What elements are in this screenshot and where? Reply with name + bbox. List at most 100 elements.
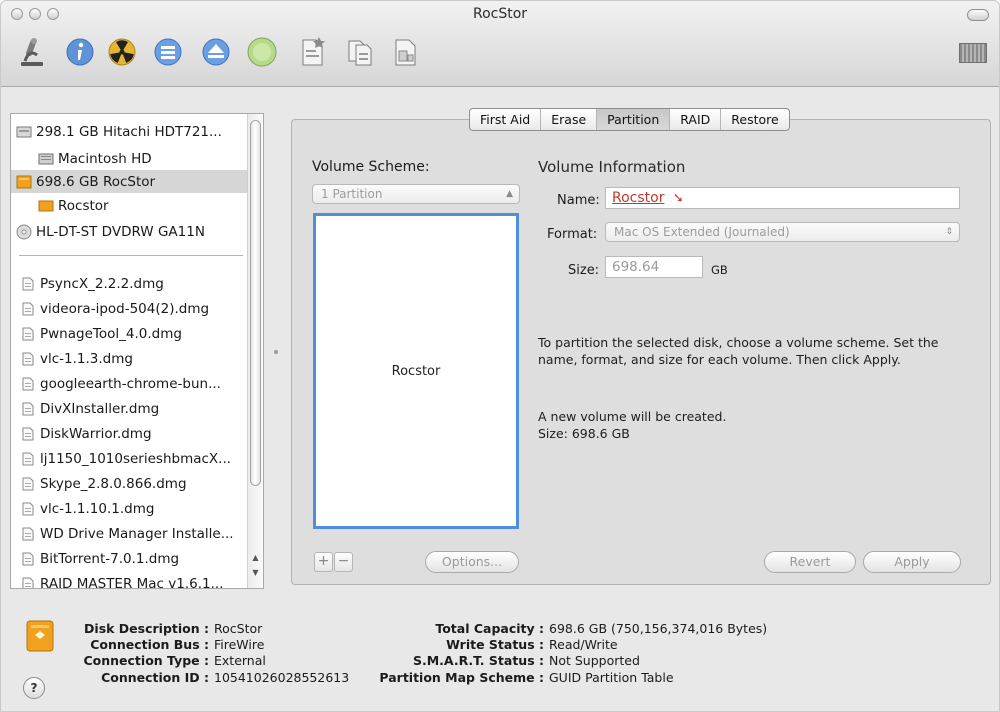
- disk-drive-icon: [25, 619, 55, 653]
- sidebar-item-rocstor-disk[interactable]: 698.6 GB RocStor: [11, 170, 247, 193]
- sidebar-item-dvd-drive[interactable]: HL-DT-ST DVDRW GA11N: [11, 220, 247, 243]
- optical-drive-icon: [15, 224, 32, 240]
- sidebar-item-dmg[interactable]: PwnageTool_4.0.dmg: [11, 322, 247, 345]
- sidebar-item-dmg[interactable]: DiskWarrior.dmg: [11, 422, 247, 445]
- sidebar-item-label: DivXInstaller.dmg: [40, 400, 160, 417]
- verify-disc-button[interactable]: [245, 35, 279, 69]
- size-field[interactable]: 698.64: [605, 256, 703, 278]
- format-value: Mac OS Extended (Journaled): [614, 225, 790, 239]
- dmg-icon: [19, 501, 36, 517]
- name-field-value: Rocstor: [612, 190, 665, 206]
- partition-map-volume-label: Rocstor: [391, 363, 441, 379]
- mount-button[interactable]: [151, 35, 185, 69]
- mount-icon: [154, 38, 182, 66]
- log-icon[interactable]: [959, 43, 987, 63]
- sidebar-item-dmg[interactable]: Skype_2.8.0.866.dmg: [11, 472, 247, 495]
- cursor-arrow-icon: ➘: [672, 191, 684, 206]
- disk-utility-window: RocStor 298.1 GB Hitachi HDT721... Macin…: [0, 0, 1000, 712]
- green-disc-icon: [247, 37, 277, 67]
- partition-map[interactable]: Rocstor: [313, 213, 519, 529]
- sidebar-item-dmg[interactable]: BitTorrent-7.0.1.dmg: [11, 547, 247, 570]
- convert-button[interactable]: [343, 35, 377, 69]
- apply-button[interactable]: Apply: [863, 551, 961, 573]
- dmg-icon: [19, 576, 36, 588]
- sidebar-item-dmg[interactable]: DivXInstaller.dmg: [11, 397, 247, 420]
- add-partition-button[interactable]: +: [314, 552, 333, 572]
- dmg-icon: [19, 351, 36, 367]
- write-status-value: Read/Write: [549, 637, 618, 652]
- dmg-icon: [19, 526, 36, 542]
- help-button[interactable]: ?: [23, 677, 45, 699]
- external-volume-icon: [37, 198, 54, 214]
- name-field[interactable]: Rocstor ➘: [605, 187, 960, 209]
- sidebar-item-label: googleearth-chrome-bun...: [40, 375, 221, 392]
- sidebar-item-dmg[interactable]: RAID MASTER Mac v1.6.1...: [11, 572, 247, 588]
- remove-partition-button[interactable]: −: [334, 552, 353, 572]
- sidebar-item-hitachi-disk[interactable]: 298.1 GB Hitachi HDT721...: [11, 120, 247, 143]
- sidebar-item-label: DiskWarrior.dmg: [40, 425, 152, 442]
- scroll-up-arrow-icon[interactable]: ▲: [248, 551, 263, 564]
- info-icon: [66, 38, 94, 66]
- new-volume-size-note: Size: 698.6 GB: [538, 426, 630, 441]
- format-label: Format:: [547, 227, 598, 242]
- sidebar-item-dmg[interactable]: PsyncX_2.2.2.dmg: [11, 272, 247, 295]
- dmg-icon: [19, 376, 36, 392]
- window-title: RocStor: [472, 6, 528, 22]
- sidebar-scrollbar[interactable]: ▲ ▼: [247, 114, 263, 588]
- sidebar-item-dmg[interactable]: WD Drive Manager Installe...: [11, 522, 247, 545]
- new-image-button[interactable]: [295, 35, 329, 69]
- burn-button[interactable]: [15, 35, 49, 69]
- sidebar-item-label: lj1150_1010serieshbmacX...: [40, 450, 232, 467]
- eject-icon: [202, 38, 230, 66]
- revert-button[interactable]: Revert: [764, 551, 856, 573]
- scroll-down-arrow-icon[interactable]: ▼: [248, 566, 263, 579]
- connection-type-label: Connection Type :: [83, 653, 209, 668]
- size-unit-label: GB: [711, 263, 728, 277]
- sidebar-item-macintosh-hd[interactable]: Macintosh HD: [11, 147, 247, 170]
- write-status-label: Write Status :: [446, 637, 544, 652]
- total-capacity-label: Total Capacity :: [435, 621, 544, 636]
- sidebar-item-label: 298.1 GB Hitachi HDT721...: [36, 123, 222, 140]
- sidebar-item-label: Skype_2.8.0.866.dmg: [40, 475, 187, 492]
- sidebar-item-label: vlc-1.1.3.dmg: [40, 350, 133, 367]
- dmg-icon: [19, 551, 36, 567]
- options-button[interactable]: Options...: [425, 551, 519, 573]
- sidebar-item-dmg[interactable]: lj1150_1010serieshbmacX...: [11, 447, 247, 470]
- info-button[interactable]: [63, 35, 97, 69]
- tab-raid[interactable]: RAID: [670, 109, 722, 130]
- toolbar-toggle-button[interactable]: [967, 9, 989, 21]
- title-toolbar-bar: RocStor: [1, 1, 999, 87]
- sidebar-item-rocstor-volume[interactable]: Rocstor: [11, 194, 247, 217]
- sidebar-item-dmg[interactable]: vlc-1.1.3.dmg: [11, 347, 247, 370]
- dmg-icon: [19, 476, 36, 492]
- connection-bus-value: FireWire: [214, 637, 265, 652]
- new-image-icon: [302, 37, 325, 66]
- volume-scheme-select[interactable]: 1 Partition ▲: [312, 184, 520, 204]
- sidebar-item-dmg[interactable]: vlc-1.1.10.1.dmg: [11, 497, 247, 520]
- sidebar-item-dmg[interactable]: googleearth-chrome-bun...: [11, 372, 247, 395]
- split-view-divider-handle[interactable]: [274, 350, 278, 354]
- dmg-icon: [19, 326, 36, 342]
- sidebar-item-label: PwnageTool_4.0.dmg: [40, 325, 182, 342]
- connection-id-label: Connection ID :: [101, 670, 209, 685]
- volume-information-title: Volume Information: [538, 158, 686, 176]
- sidebar-item-dmg[interactable]: videora-ipod-504(2).dmg: [11, 297, 247, 320]
- tab-partition[interactable]: Partition: [597, 109, 671, 130]
- eject-button[interactable]: [199, 35, 233, 69]
- connection-id-value: 10541026028552613: [214, 670, 350, 685]
- sidebar-scroll-thumb[interactable]: [250, 120, 261, 486]
- format-select[interactable]: Mac OS Extended (Journaled) ⇕: [605, 222, 960, 242]
- dmg-icon: [19, 276, 36, 292]
- device-sidebar[interactable]: 298.1 GB Hitachi HDT721... Macintosh HD …: [10, 113, 264, 589]
- tab-erase[interactable]: Erase: [541, 109, 598, 130]
- dmg-icon: [19, 451, 36, 467]
- dmg-icon: [19, 401, 36, 417]
- volume-icon: [37, 151, 54, 167]
- enable-journaling-button[interactable]: [105, 35, 139, 69]
- burn-icon: [21, 38, 43, 66]
- tab-first-aid[interactable]: First Aid: [470, 109, 542, 130]
- resize-image-button[interactable]: [389, 35, 423, 69]
- sidebar-item-label: videora-ipod-504(2).dmg: [40, 300, 210, 317]
- tab-restore[interactable]: Restore: [721, 109, 788, 130]
- partition-map-scheme-value: GUID Partition Table: [549, 670, 674, 685]
